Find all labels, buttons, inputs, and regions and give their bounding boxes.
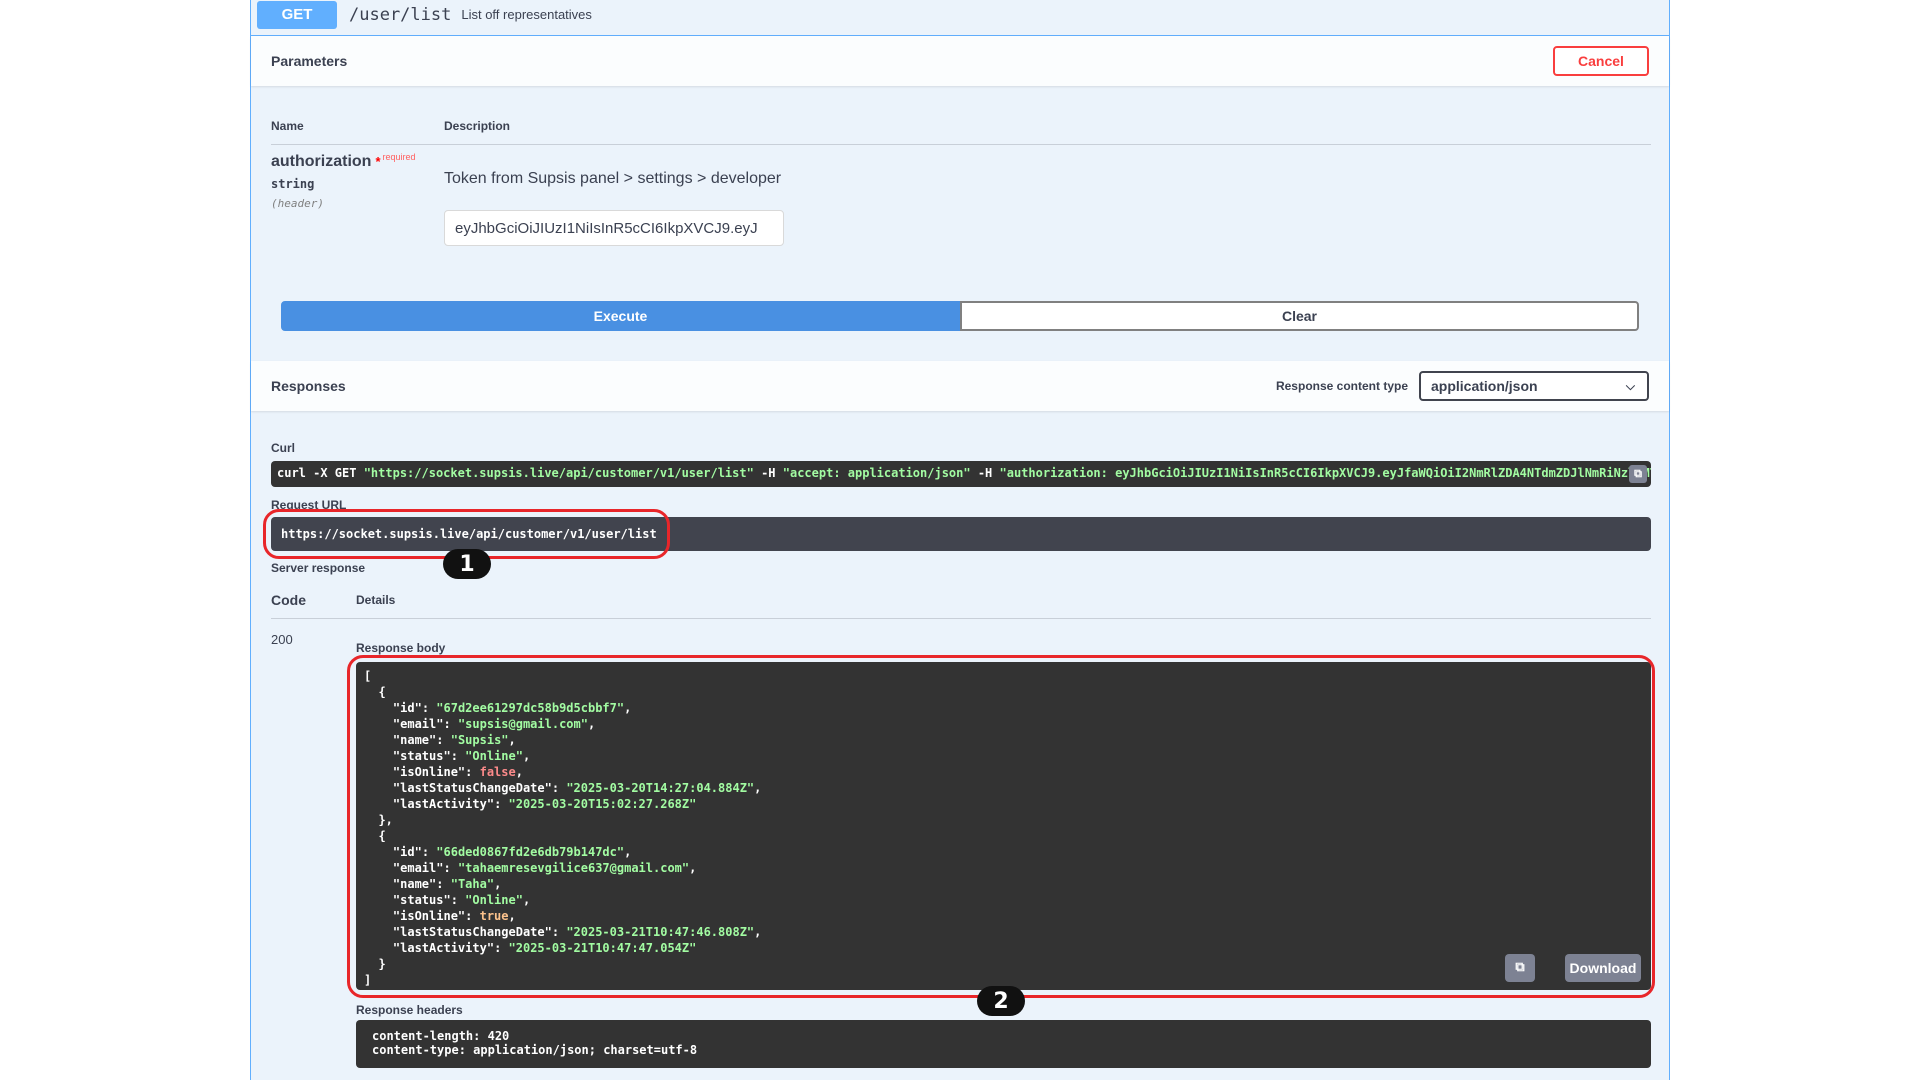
endpoint-summary: List off representatives <box>461 7 592 22</box>
parameters-divider <box>271 144 1651 145</box>
clear-button[interactable]: Clear <box>960 301 1639 331</box>
responses-title: Responses <box>271 378 346 394</box>
response-code: 200 <box>271 632 293 647</box>
required-label: required <box>382 152 416 162</box>
param-name: authorization * required <box>271 152 416 171</box>
operation-summary[interactable]: GET /user/list List off representatives <box>251 0 1669 36</box>
execute-button[interactable]: Execute <box>281 301 960 331</box>
param-type: string <box>271 177 315 191</box>
header-content-type: content-type: application/json; charset=… <box>372 1043 698 1057</box>
response-body-label: Response body <box>356 641 446 655</box>
authorization-input[interactable] <box>444 210 784 246</box>
execute-button-group: Execute Clear <box>281 301 1639 331</box>
server-response-label: Server response <box>271 561 366 575</box>
code-header: Code <box>271 592 306 608</box>
curl-command[interactable]: curl -X GET "https://socket.supsis.live/… <box>271 461 1651 487</box>
copy-curl-icon[interactable]: ⧉ <box>1629 465 1647 483</box>
param-location: (header) <box>271 197 324 210</box>
response-divider <box>271 618 1651 619</box>
header-content-length: content-length: 420 <box>372 1029 510 1043</box>
column-description-header: Description <box>444 119 511 133</box>
parameters-header: Parameters Cancel <box>251 36 1669 86</box>
curl-accept-header: "accept: application/json" <box>782 466 971 480</box>
response-headers-label: Response headers <box>356 1003 463 1017</box>
response-content-type-label: Response content type <box>1275 379 1408 393</box>
response-content-type-value: application/json <box>1431 378 1538 394</box>
curl-label: Curl <box>271 441 295 455</box>
required-star: * <box>375 154 381 169</box>
curl-prefix: curl -X GET <box>277 466 364 480</box>
details-header: Details <box>356 593 396 607</box>
annotation-badge-1: 1 <box>443 549 491 579</box>
annotation-box-2 <box>347 655 1655 998</box>
param-name-label: authorization <box>271 153 372 170</box>
curl-flag-2: -H <box>970 466 1000 480</box>
chevron-down-icon: ⌵ <box>1625 379 1635 393</box>
curl-flag-1: -H <box>753 466 783 480</box>
cancel-button[interactable]: Cancel <box>1553 46 1649 76</box>
param-description: Token from Supsis panel > settings > dev… <box>444 170 782 187</box>
parameters-title: Parameters <box>271 53 348 69</box>
response-headers: content-length: 420 content-type: applic… <box>356 1020 1651 1068</box>
annotation-badge-2: 2 <box>977 986 1025 1016</box>
column-name-header: Name <box>271 119 304 133</box>
curl-url: "https://socket.supsis.live/api/customer… <box>363 466 754 480</box>
method-badge: GET <box>257 0 337 29</box>
curl-auth-header: "authorization: eyJhbGciOiJIUzI1NiIsInR5… <box>999 466 1652 480</box>
endpoint-path: /user/list <box>349 4 452 25</box>
response-content-type-select[interactable]: application/json ⌵ <box>1419 371 1649 401</box>
